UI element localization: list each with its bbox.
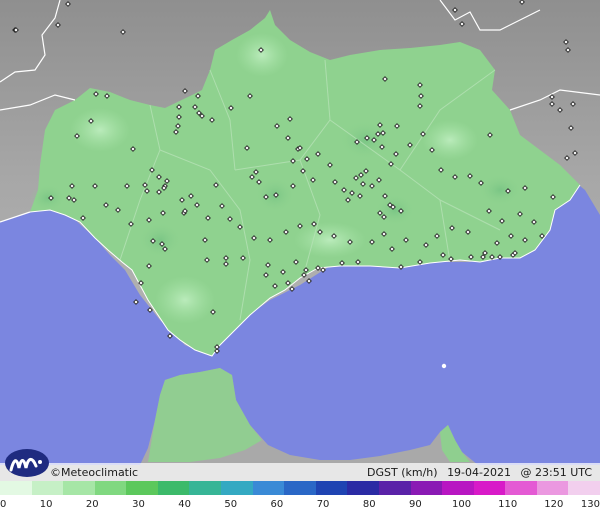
legend-tick-label: 120: [544, 499, 564, 510]
legend-tick-label: 60: [270, 499, 284, 510]
legend-tick-label: 110: [498, 499, 518, 510]
legend-swatch: [347, 481, 379, 495]
variable-label: DGST (km/h): [367, 466, 438, 479]
map-time: @ 23:51 UTC: [520, 466, 593, 479]
legend-swatch: [126, 481, 158, 495]
map-date: 19-04-2021: [447, 466, 511, 479]
legend-swatch: [410, 481, 443, 495]
legend-swatch: [473, 481, 506, 495]
legend-swatch: [505, 481, 537, 495]
legend-color-bar: [0, 481, 600, 495]
legend-swatch: [284, 481, 316, 495]
legend-tick-label: 70: [316, 499, 330, 510]
map-caption: DGST (km/h) 19-04-2021 @ 23:51 UTC: [361, 466, 592, 479]
legend-tick-label: 10: [39, 499, 53, 510]
legend-swatch: [157, 481, 190, 495]
alboran-island: [441, 363, 447, 369]
legend-swatch: [252, 481, 285, 495]
legend-tick-label: 0: [0, 499, 7, 510]
legend-tick-label: 80: [362, 499, 376, 510]
legend-tick-label: 100: [451, 499, 472, 510]
legend-swatch: [0, 481, 32, 495]
meteoclimatic-logo-icon[interactable]: [4, 448, 50, 478]
legend-swatch: [221, 481, 253, 495]
legend-swatch: [189, 481, 222, 495]
legend-swatch: [568, 481, 600, 495]
legend-tick-label: 130: [580, 499, 600, 510]
legend-swatch: [31, 481, 64, 495]
color-legend: 0 10 20 30 40 50 60 70 80 90 100 110 120 130: [0, 481, 600, 517]
legend-swatch: [378, 481, 411, 495]
legend-tick-label: 50: [224, 499, 238, 510]
legend-swatch: [536, 481, 569, 495]
legend-tick-label: 20: [85, 499, 99, 510]
legend-tick-label: 90: [409, 499, 422, 510]
legend-swatch: [63, 481, 95, 495]
legend-ticks: 0 10 20 30 40 50 60 70 80 90 100 110 120 130: [0, 499, 600, 513]
legend-tick-label: 30: [132, 499, 145, 510]
brand-name[interactable]: ©Meteoclimatic: [50, 466, 138, 479]
legend-swatch: [442, 481, 474, 495]
legend-swatch: [315, 481, 348, 495]
legend-tick-label: 40: [178, 499, 191, 510]
wind-gust-map[interactable]: [0, 0, 600, 481]
legend-swatch: [94, 481, 127, 495]
